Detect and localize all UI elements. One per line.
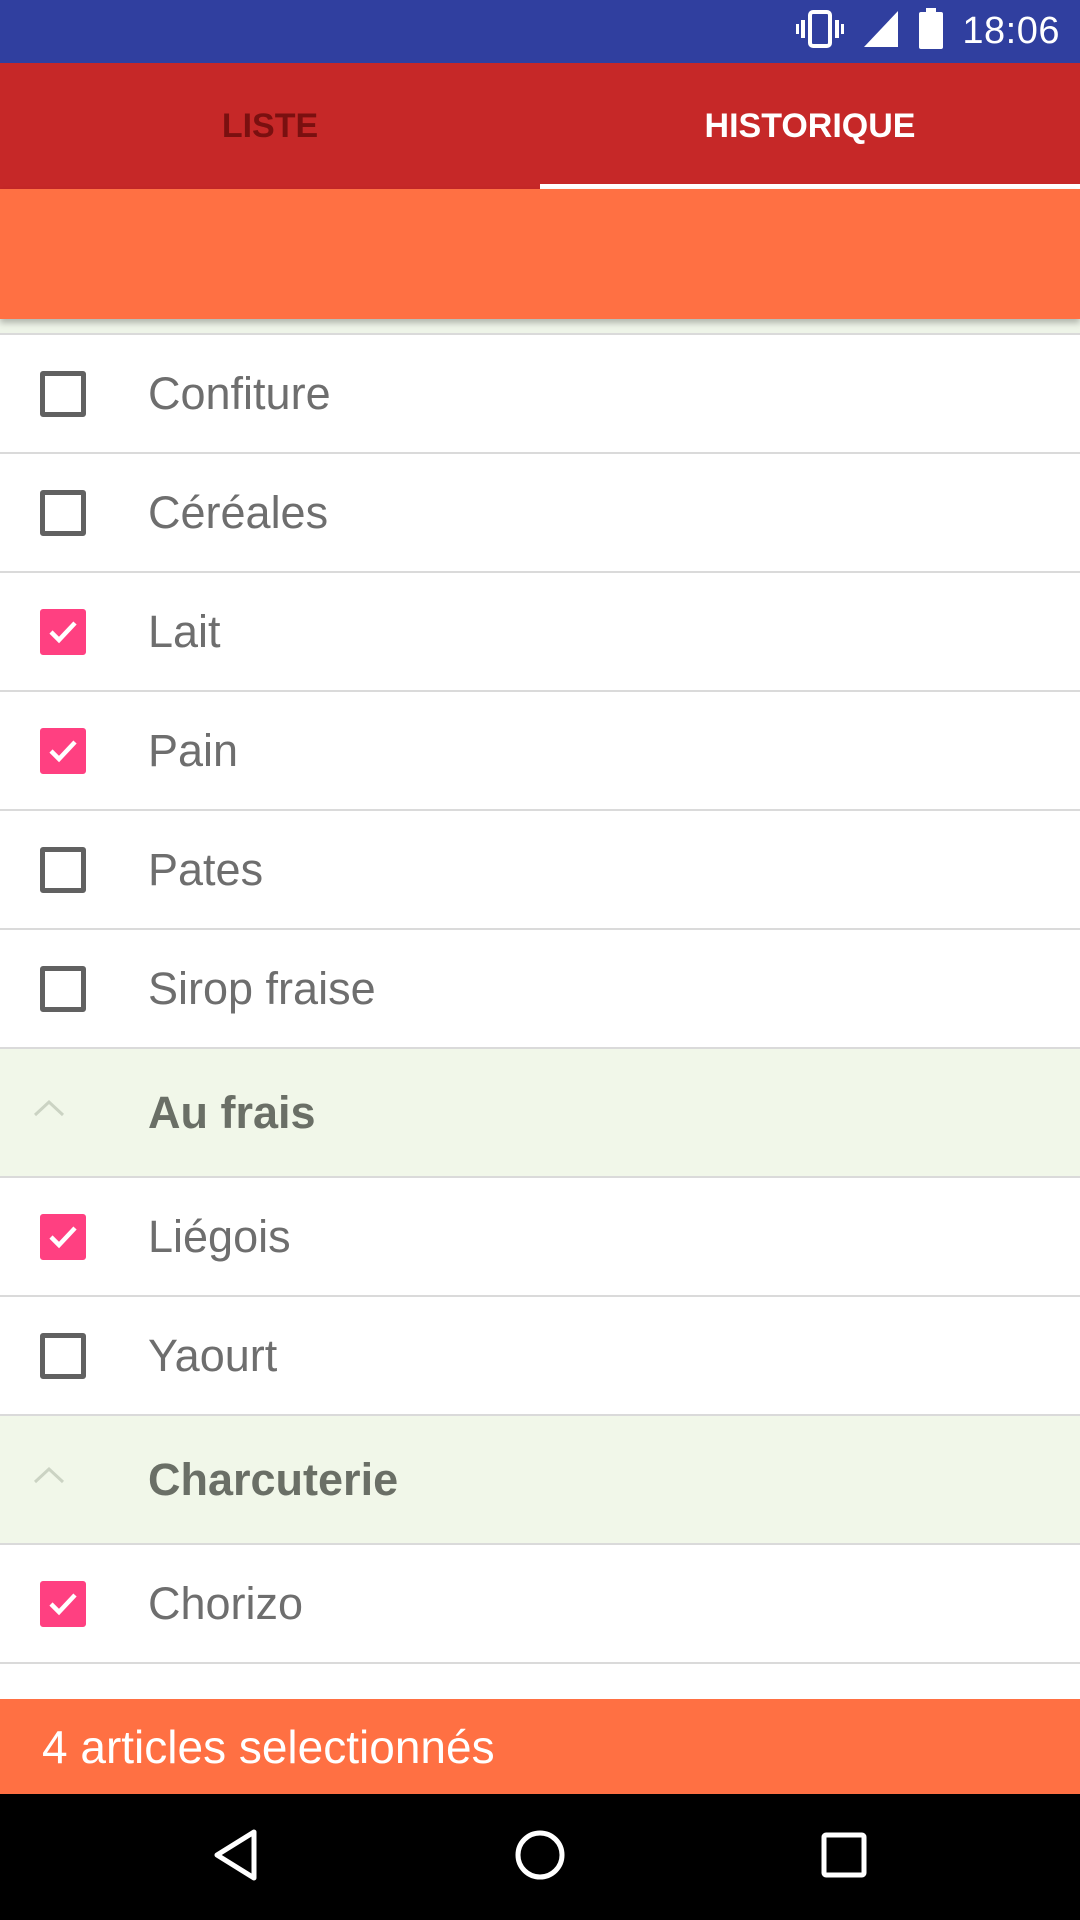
status-time: 18:06 — [962, 10, 1060, 52]
home-button[interactable] — [470, 1794, 610, 1920]
signal-icon — [862, 9, 900, 54]
home-icon — [513, 1828, 567, 1887]
status-icons: 18:06 — [796, 0, 1060, 63]
list-item[interactable]: Chorizo — [0, 1545, 1080, 1664]
checkbox-unchecked[interactable] — [40, 1332, 86, 1379]
item-label: Céréales — [148, 486, 329, 538]
shopping-list[interactable]: Confiture Céréales Lait Pain Pates Sirop… — [0, 319, 1080, 1699]
checkbox-unchecked[interactable] — [40, 846, 86, 893]
item-label: Pates — [148, 843, 264, 895]
list-item[interactable]: Pates — [0, 811, 1080, 930]
item-label: Chorizo — [148, 1577, 304, 1629]
section-header-charcuterie[interactable]: Charcuterie — [0, 1416, 1080, 1545]
section-title: Charcuterie — [148, 1453, 399, 1505]
checkbox-checked[interactable] — [40, 727, 86, 774]
vibrate-icon — [796, 9, 845, 54]
list-item[interactable]: Lait — [0, 573, 1080, 692]
list-item[interactable]: Confiture — [0, 335, 1080, 454]
battery-icon — [918, 8, 944, 55]
item-label: Pain — [148, 724, 239, 776]
section-title: Au frais — [148, 1086, 316, 1138]
item-label: Sirop fraise — [148, 962, 376, 1014]
checkbox-unchecked[interactable] — [40, 489, 86, 536]
checkbox-checked[interactable] — [40, 1580, 86, 1627]
tab-historique[interactable]: HISTORIQUE — [540, 63, 1080, 189]
tab-bar: LISTE HISTORIQUE — [0, 63, 1080, 189]
check-icon — [49, 1592, 77, 1615]
chevron-up-icon[interactable] — [32, 1098, 66, 1123]
navigation-bar — [0, 1794, 1080, 1920]
item-label: Confiture — [148, 367, 331, 419]
recents-icon — [820, 1831, 868, 1884]
status-bar: 18:06 — [0, 0, 1080, 63]
chevron-up-icon[interactable] — [32, 1465, 66, 1490]
list-item[interactable]: Pain — [0, 692, 1080, 811]
item-label: Lait — [148, 605, 221, 657]
checkbox-unchecked[interactable] — [40, 370, 86, 417]
tab-liste[interactable]: LISTE — [0, 63, 540, 189]
selection-footer[interactable]: 4 articles selectionnés — [0, 1699, 1080, 1794]
item-label: Liégois — [148, 1210, 291, 1262]
section-header-au-frais[interactable]: Au frais — [0, 1049, 1080, 1178]
recents-button[interactable] — [774, 1794, 914, 1920]
item-label: Yaourt — [148, 1329, 278, 1381]
checkbox-unchecked[interactable] — [40, 965, 86, 1012]
check-icon — [49, 620, 77, 643]
back-icon — [212, 1828, 260, 1887]
check-icon — [49, 1225, 77, 1248]
list-item[interactable]: Sirop fraise — [0, 930, 1080, 1049]
checkbox-checked[interactable] — [40, 608, 86, 655]
checkbox-checked[interactable] — [40, 1213, 86, 1260]
check-icon — [49, 739, 77, 762]
list-top-divider — [0, 319, 1080, 335]
list-item[interactable]: Liégois — [0, 1178, 1080, 1297]
back-button[interactable] — [166, 1794, 306, 1920]
list-item[interactable]: Yaourt — [0, 1297, 1080, 1416]
selection-count-text: 4 articles selectionnés — [42, 1720, 495, 1773]
list-item[interactable]: Céréales — [0, 454, 1080, 573]
toolbar-band — [0, 189, 1080, 319]
